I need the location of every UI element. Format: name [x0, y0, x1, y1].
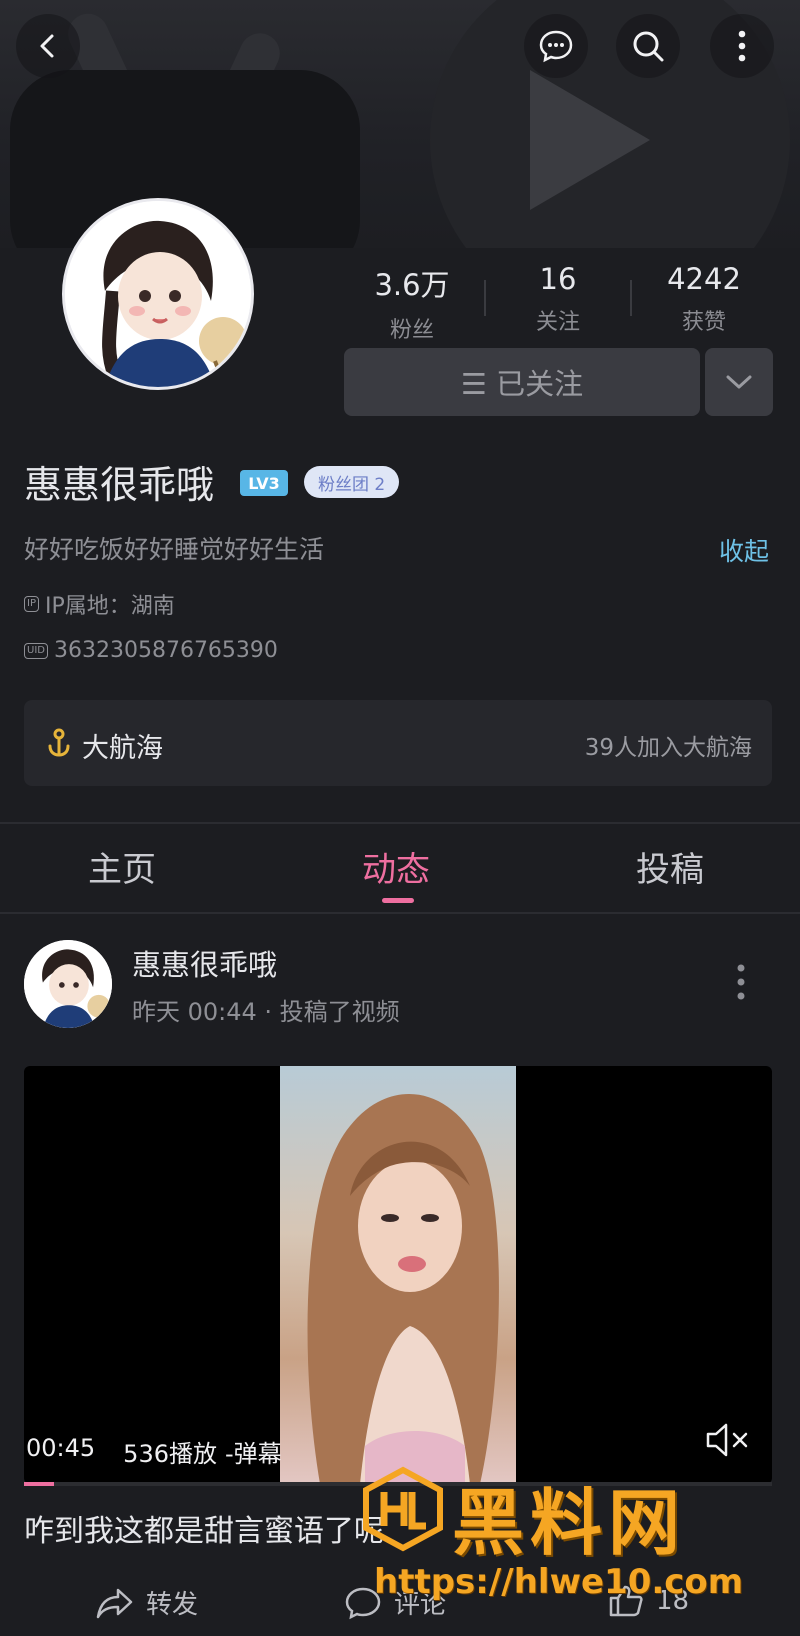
stat-followers-value: 3.6万 — [374, 268, 450, 302]
level-badge: LV3 — [240, 470, 288, 496]
uid-value: 3632305876765390 — [53, 638, 278, 663]
share-icon — [96, 1588, 133, 1618]
share-button[interactable]: 转发 — [96, 1584, 198, 1621]
voyage-card[interactable]: 大航海 39人加入大航海 — [24, 700, 772, 786]
chevron-left-icon — [40, 34, 54, 58]
chevron-down-icon — [726, 375, 752, 389]
tab-submissions[interactable]: 投稿 — [636, 842, 704, 891]
followed-button-label: ☰ 已关注 — [460, 367, 584, 401]
profile-bio: 好好吃饭好好睡觉好好生活 — [24, 535, 325, 564]
avatar-illustration — [24, 940, 112, 1028]
post-timestamp: 昨天 00:44 · 投稿了视频 — [132, 998, 400, 1026]
video-info: 00:45 536播放 -弹幕 — [26, 1434, 282, 1469]
video-progress-fill — [24, 1482, 54, 1486]
fans-group-badge[interactable]: 粉丝团 2 — [304, 466, 400, 498]
collapse-link[interactable]: 收起 — [719, 532, 769, 568]
ip-location: IP属地：湖南 — [44, 594, 175, 619]
post-more-icon[interactable] — [736, 962, 746, 1002]
stat-likes-label: 获赞 — [681, 310, 726, 335]
video-player[interactable] — [24, 1066, 772, 1484]
ip-location-row: IP IP属地：湖南 — [24, 588, 175, 620]
banner-play-decoration — [530, 70, 650, 210]
mute-icon[interactable] — [704, 1420, 754, 1460]
stat-followers-label: 粉丝 — [389, 318, 434, 343]
uid-row[interactable]: UID 3632305876765390 — [24, 638, 278, 663]
uid-tag-icon: UID — [24, 642, 48, 659]
watermark-logo-icon — [363, 1466, 443, 1552]
stat-followers[interactable]: 3.6万 粉丝 — [342, 262, 482, 344]
avatar-illustration — [65, 201, 251, 387]
tab-dynamics[interactable]: 动态 — [362, 842, 430, 891]
video-danmaku: -弹幕 — [224, 1440, 282, 1468]
stat-following-value: 16 — [539, 262, 577, 296]
section-divider — [0, 822, 800, 824]
watermark-url: https://hlwe10.com — [374, 1562, 744, 1602]
stat-divider — [484, 280, 486, 316]
chat-bubble-icon — [539, 30, 573, 63]
anchor-icon — [48, 728, 70, 757]
stat-divider — [630, 280, 632, 316]
voyage-count: 39人加入大航海 — [584, 735, 752, 761]
video-thumbnail — [280, 1066, 516, 1484]
section-divider — [0, 912, 800, 914]
followed-button[interactable]: ☰ 已关注 — [344, 348, 700, 416]
ip-tag-icon: IP — [24, 596, 39, 612]
post-author-avatar[interactable] — [24, 940, 112, 1028]
message-button[interactable] — [524, 14, 588, 78]
stat-likes-value: 4242 — [667, 262, 741, 296]
search-icon — [633, 31, 664, 62]
search-button[interactable] — [616, 14, 680, 78]
site-watermark: 黑料网 https://hlwe10.com — [360, 1464, 800, 1636]
video-plays: 536播放 — [123, 1440, 217, 1468]
stat-following[interactable]: 16 关注 — [488, 262, 628, 336]
back-button[interactable] — [16, 14, 80, 78]
more-button[interactable] — [710, 14, 774, 78]
post-caption[interactable]: 咋到我这都是甜言蜜语了呢 — [24, 1506, 384, 1550]
more-vertical-icon — [738, 30, 746, 62]
active-tab-indicator — [382, 898, 414, 903]
post-author-name[interactable]: 惠惠很乖哦 — [132, 942, 277, 984]
follow-options-button[interactable] — [705, 348, 773, 416]
video-duration: 00:45 — [26, 1434, 96, 1462]
watermark-title: 黑料网 — [452, 1481, 687, 1565]
share-label: 转发 — [146, 1590, 199, 1620]
voyage-title: 大航海 — [82, 733, 163, 764]
stat-likes[interactable]: 4242 获赞 — [634, 262, 774, 336]
stat-following-label: 关注 — [535, 310, 580, 335]
profile-avatar[interactable] — [62, 198, 254, 390]
tab-home[interactable]: 主页 — [88, 842, 156, 891]
video-frame-illustration — [307, 1093, 499, 1484]
profile-name: 惠惠很乖哦 — [24, 463, 215, 507]
